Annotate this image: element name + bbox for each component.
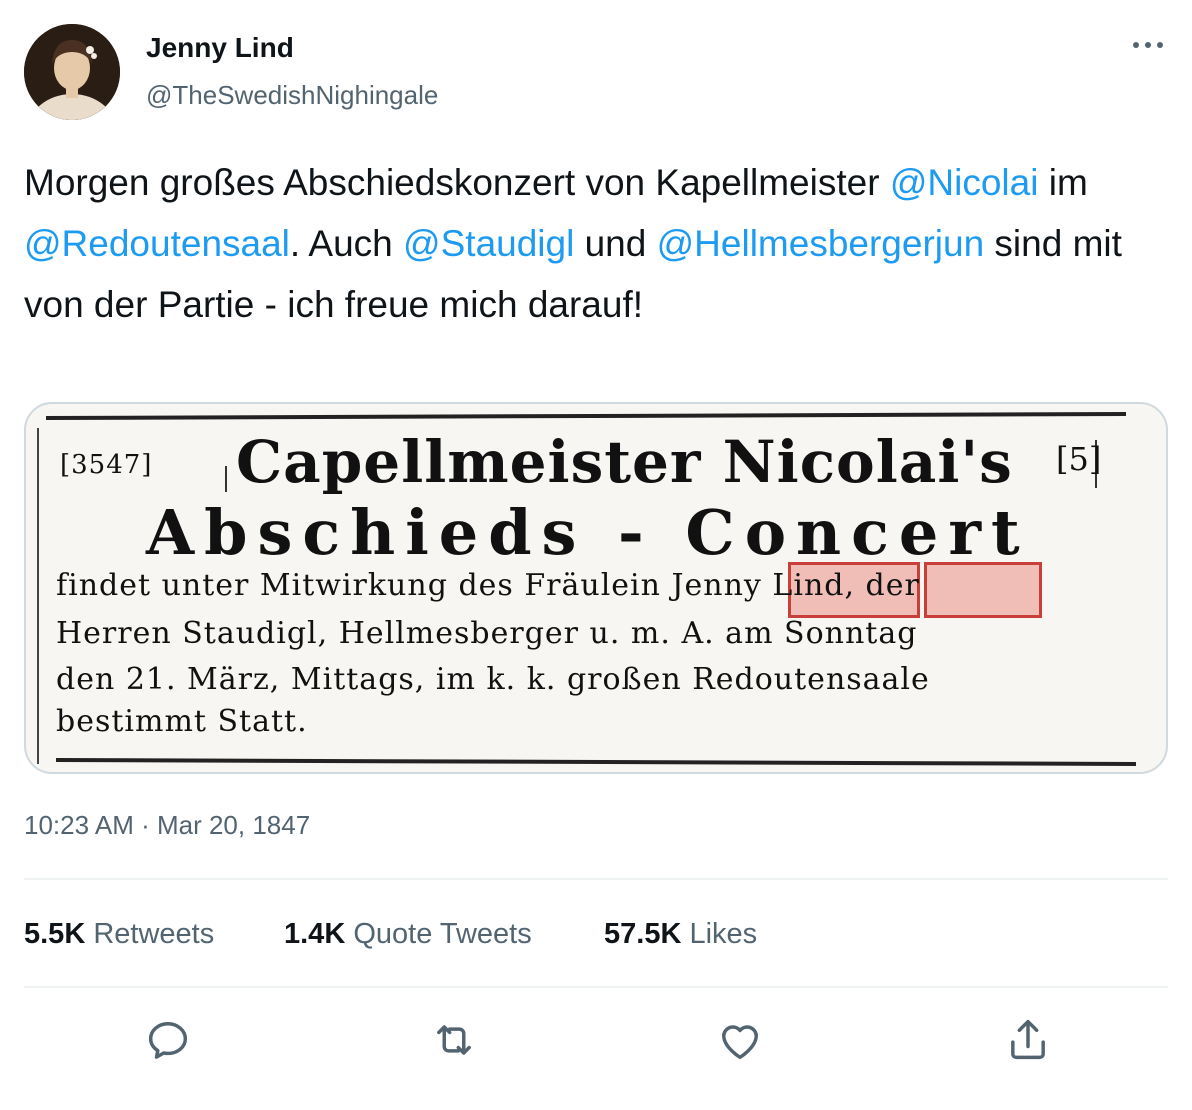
divider bbox=[24, 986, 1168, 988]
more-dots-icon[interactable] bbox=[1126, 30, 1170, 60]
like-button[interactable] bbox=[714, 1014, 766, 1066]
likes-label: Likes bbox=[689, 918, 758, 950]
highlighted-name: Jenny bbox=[671, 568, 762, 603]
notice-line: Herren Staudigl, Hellmesberger u. m. A. … bbox=[56, 616, 918, 651]
tweet-text-segment: und bbox=[574, 223, 657, 264]
author-name[interactable]: Jenny Lind bbox=[146, 32, 294, 64]
tweet-text: Morgen großes Abschiedskonzert von Kapel… bbox=[24, 152, 1154, 335]
mention-redoutensaal[interactable]: @Redoutensaal bbox=[24, 223, 290, 264]
mention-staudigl[interactable]: @Staudigl bbox=[403, 223, 574, 264]
tweet-text-segment: im bbox=[1038, 162, 1088, 203]
notice-line: bestimmt Statt. bbox=[56, 704, 308, 739]
notice-number: [3547] bbox=[60, 450, 153, 480]
share-icon bbox=[1011, 1019, 1045, 1060]
share-button[interactable] bbox=[1002, 1014, 1054, 1066]
retweets-count: 5.5K bbox=[24, 918, 86, 950]
tweet-timestamp[interactable]: 10:23 AM · Mar 20, 1847 bbox=[24, 810, 310, 841]
tweet-text-segment: Morgen großes Abschiedskonzert von Kapel… bbox=[24, 162, 890, 203]
notice-title: Capellmeister Nicolai's bbox=[236, 428, 1013, 496]
tweet-text-segment: . Auch bbox=[289, 223, 404, 264]
notice-text: der bbox=[855, 568, 920, 603]
retweets-stat[interactable]: 5.5K Retweets bbox=[24, 918, 214, 951]
highlight-box bbox=[924, 562, 1042, 618]
newspaper-clipping: [3547] [5] Capellmeister Nicolai's Absch… bbox=[26, 404, 1166, 772]
highlighted-name: Lind, bbox=[772, 568, 855, 603]
mention-hellmesbergerjun[interactable]: @Hellmesbergerjun bbox=[657, 223, 985, 264]
quote-tweets-count: 1.4K bbox=[284, 918, 346, 950]
author-handle[interactable]: @TheSwedishNighingale bbox=[146, 80, 438, 111]
reply-icon bbox=[148, 1022, 188, 1059]
tweet-card: Jenny Lind @TheSwedishNighingale Morgen … bbox=[0, 0, 1192, 1110]
likes-stat[interactable]: 57.5K Likes bbox=[604, 918, 757, 951]
likes-count: 57.5K bbox=[604, 918, 682, 950]
notice-text: findet unter Mitwirkung des Fräulein bbox=[56, 568, 672, 603]
retweet-button[interactable] bbox=[428, 1014, 480, 1066]
notice-subtitle: Abschieds - Concert bbox=[146, 496, 1030, 569]
notice-line: findet unter Mitwirkung des Fräulein Jen… bbox=[56, 568, 920, 603]
quote-tweets-label: Quote Tweets bbox=[353, 918, 532, 950]
divider bbox=[24, 878, 1168, 880]
notice-corner: [5] bbox=[1056, 440, 1102, 478]
retweets-label: Retweets bbox=[93, 918, 215, 950]
reply-button[interactable] bbox=[142, 1014, 194, 1066]
portrait-image bbox=[24, 24, 120, 120]
heart-icon bbox=[722, 1025, 758, 1060]
media-image[interactable]: [3547] [5] Capellmeister Nicolai's Absch… bbox=[24, 402, 1168, 774]
quote-tweets-stat[interactable]: 1.4K Quote Tweets bbox=[284, 918, 532, 951]
mention-nicolai[interactable]: @Nicolai bbox=[890, 162, 1039, 203]
notice-line: den 21. März, Mittags, im k. k. großen R… bbox=[56, 662, 930, 697]
avatar[interactable] bbox=[24, 24, 120, 120]
retweet-icon bbox=[437, 1025, 471, 1055]
